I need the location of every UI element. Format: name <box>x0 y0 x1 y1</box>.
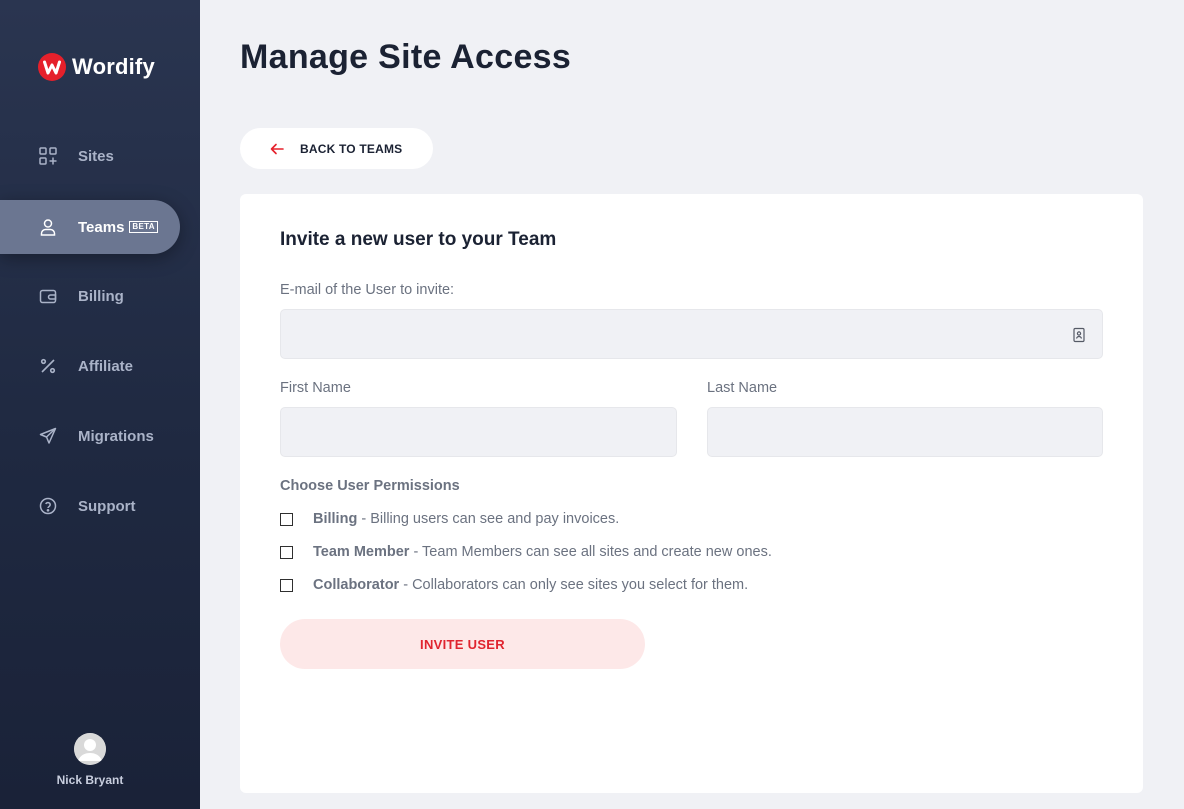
help-circle-icon <box>38 496 58 516</box>
brand-logo[interactable]: Wordify <box>37 52 155 82</box>
percent-icon <box>38 356 58 376</box>
invite-user-card: Invite a new user to your Team E-mail of… <box>240 194 1143 793</box>
invite-user-button[interactable]: INVITE USER <box>280 619 645 669</box>
sidebar-item-label: Affiliate <box>78 357 134 375</box>
collaborator-checkbox[interactable] <box>280 578 293 592</box>
sidebar-item-sites[interactable]: Sites <box>0 129 180 183</box>
sidebar-item-label: Teams <box>78 218 125 236</box>
grid-plus-icon <box>38 146 58 166</box>
form-title: Invite a new user to your Team <box>280 229 557 250</box>
permission-description: - Billing users can see and pay invoices… <box>357 511 620 527</box>
permissions-heading: Choose User Permissions <box>280 478 460 494</box>
permission-description: - Team Members can see all sites and cre… <box>409 544 772 560</box>
permission-name: Collaborator <box>313 577 400 593</box>
sidebar-item-migrations[interactable]: Migrations <box>0 409 180 463</box>
back-button-label: BACK TO TEAMS <box>300 141 403 156</box>
back-to-teams-button[interactable]: BACK TO TEAMS <box>240 128 433 169</box>
sidebar-item-label: Billing <box>78 287 124 305</box>
avatar-icon <box>74 733 106 765</box>
arrow-left-icon <box>270 143 284 154</box>
permission-option-billing: Billing - Billing users can see and pay … <box>280 511 619 527</box>
sidebar-item-affiliate[interactable]: Affiliate <box>0 339 180 393</box>
contact-card-icon <box>1073 327 1085 343</box>
permission-description: - Collaborators can only see sites you s… <box>399 577 749 593</box>
sidebar-item-support[interactable]: Support <box>0 479 180 533</box>
email-field[interactable] <box>280 309 1103 359</box>
last-name-field[interactable] <box>707 407 1103 457</box>
first-name-field[interactable] <box>280 407 677 457</box>
permission-option-collaborator: Collaborator - Collaborators can only se… <box>280 577 748 593</box>
sidebar-item-billing[interactable]: Billing <box>0 269 180 323</box>
permission-option-team-member: Team Member - Team Members can see all s… <box>280 544 772 560</box>
last-name-label: Last Name <box>707 380 778 396</box>
sidebar-item-label: Sites <box>78 147 114 165</box>
user-icon <box>38 217 58 237</box>
email-label: E-mail of the User to invite: <box>280 282 455 298</box>
sidebar-item-teams[interactable]: Teams BETA <box>0 200 180 254</box>
page-title: Manage Site Access <box>240 38 572 76</box>
wallet-icon <box>38 286 58 306</box>
brand-name: Wordify <box>72 54 155 79</box>
user-profile[interactable]: Nick Bryant <box>0 733 180 787</box>
wordify-logo-icon <box>38 53 66 81</box>
permission-name: Team Member <box>313 544 410 560</box>
sidebar-item-label: Support <box>78 497 136 515</box>
permission-name: Billing <box>313 511 358 527</box>
team-member-checkbox[interactable] <box>280 545 293 559</box>
paper-plane-icon <box>38 426 58 446</box>
first-name-label: First Name <box>280 380 351 396</box>
user-name: Nick Bryant <box>56 773 124 787</box>
sidebar: Wordify Sites Teams BETA Billing Affilia… <box>0 0 200 809</box>
sidebar-item-label: Migrations <box>78 427 154 445</box>
beta-badge: BETA <box>129 221 158 233</box>
billing-checkbox[interactable] <box>280 512 293 526</box>
